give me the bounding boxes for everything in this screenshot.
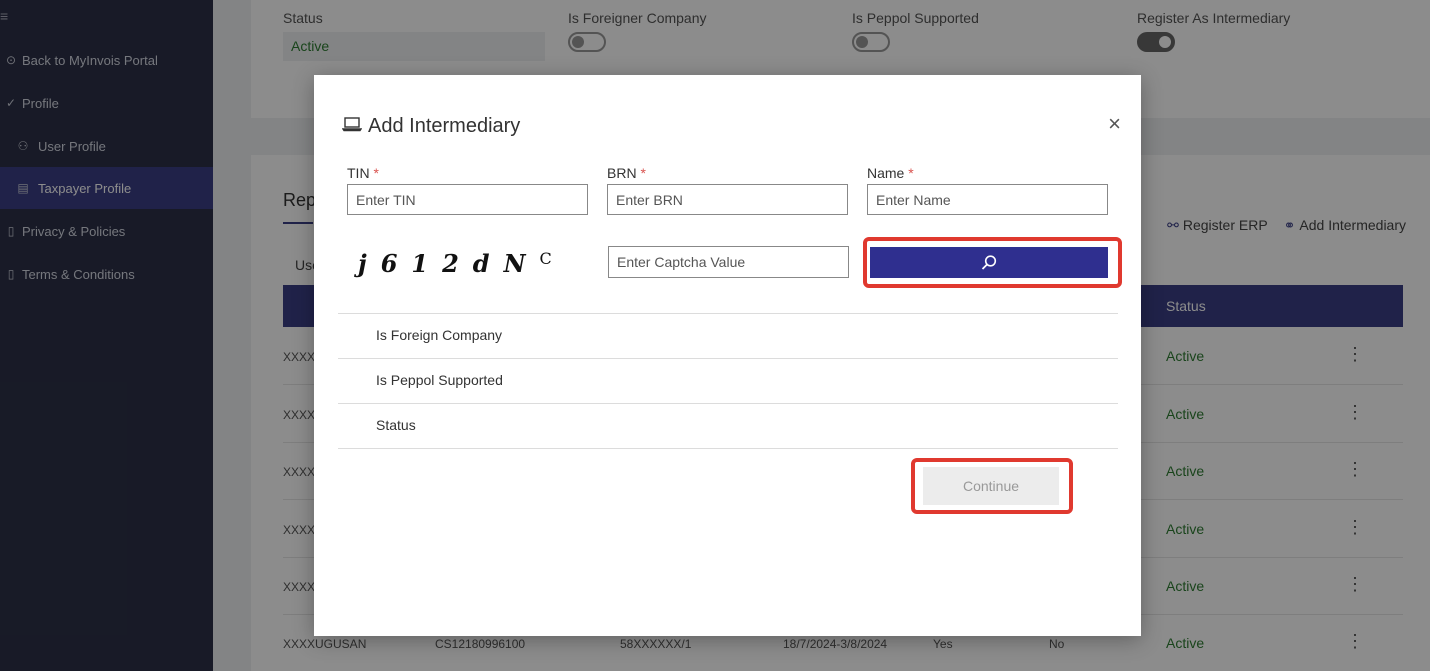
captcha-char: 2 bbox=[442, 249, 459, 278]
captcha-char: 1 bbox=[411, 249, 429, 278]
laptop-icon bbox=[341, 116, 363, 137]
info-row-label: Is Peppol Supported bbox=[376, 372, 503, 388]
info-row-status: Status bbox=[338, 403, 1118, 448]
captcha-char: N bbox=[503, 249, 526, 278]
required-mark: * bbox=[373, 165, 379, 181]
name-input[interactable] bbox=[867, 184, 1108, 215]
brn-label: BRN * bbox=[607, 165, 646, 181]
close-icon[interactable]: × bbox=[1108, 113, 1121, 135]
required-mark: * bbox=[908, 165, 914, 181]
modal-title-text: Add Intermediary bbox=[368, 115, 521, 137]
info-row-label: Status bbox=[376, 417, 416, 433]
captcha-input[interactable] bbox=[608, 246, 849, 278]
brn-input[interactable] bbox=[607, 184, 848, 215]
name-label-text: Name bbox=[867, 165, 905, 181]
captcha-char: d bbox=[472, 249, 490, 278]
tin-label: TIN * bbox=[347, 165, 379, 181]
tin-label-text: TIN bbox=[347, 165, 370, 181]
divider bbox=[338, 448, 1118, 449]
captcha-char: C bbox=[539, 249, 552, 268]
info-row-foreign-company: Is Foreign Company bbox=[338, 313, 1118, 358]
modal-title: Add Intermediary bbox=[341, 115, 521, 138]
captcha-image: j612dNC bbox=[358, 249, 566, 278]
captcha-char: j bbox=[358, 249, 367, 278]
add-intermediary-modal: Add Intermediary × TIN * BRN * Name * j6… bbox=[314, 75, 1141, 636]
search-button[interactable] bbox=[870, 247, 1108, 278]
required-mark: * bbox=[640, 165, 646, 181]
info-row-label: Is Foreign Company bbox=[376, 327, 503, 343]
name-label: Name * bbox=[867, 165, 914, 181]
captcha-char: 6 bbox=[380, 249, 398, 278]
info-row-peppol: Is Peppol Supported bbox=[338, 358, 1118, 403]
brn-label-text: BRN bbox=[607, 165, 637, 181]
search-icon bbox=[981, 254, 997, 270]
tin-input[interactable] bbox=[347, 184, 588, 215]
continue-button[interactable]: Continue bbox=[923, 467, 1059, 505]
